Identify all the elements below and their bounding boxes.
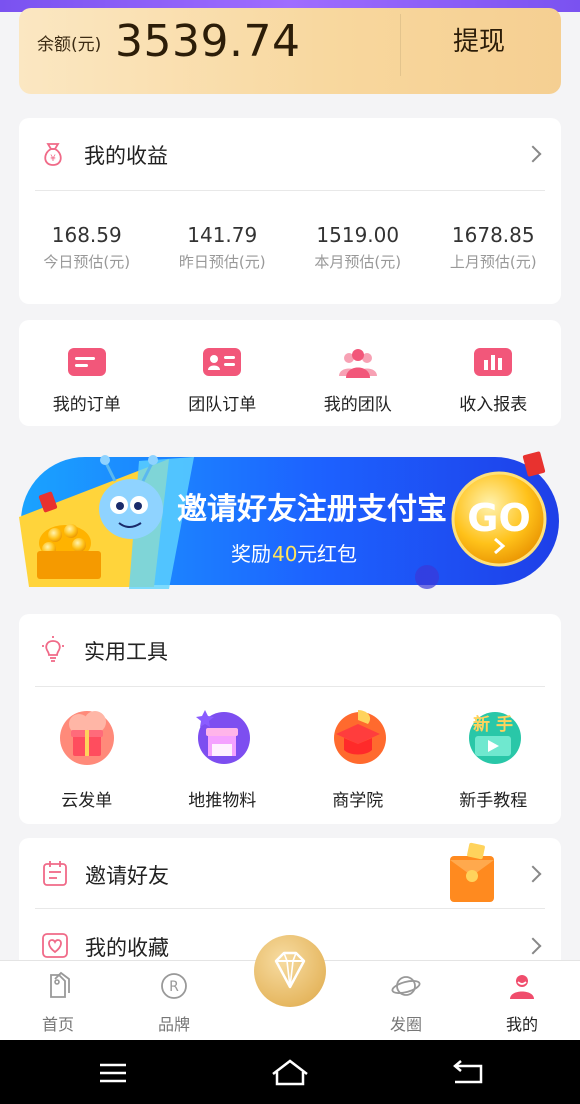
divider <box>35 686 545 687</box>
order-list-icon <box>67 348 106 376</box>
red-packet-icon <box>450 842 494 902</box>
stat-yesterday: 141.79 昨日预估(元) <box>155 223 291 283</box>
home-icon[interactable] <box>265 1056 315 1090</box>
diamond-icon <box>274 951 306 989</box>
income-report-button[interactable]: 收入报表 <box>426 320 562 426</box>
balance-value: 3539.74 <box>115 16 301 67</box>
invite-friends-label: 邀请好友 <box>85 864 169 888</box>
promo-materials-button[interactable]: 地推物料 <box>155 706 291 811</box>
team-icon <box>338 349 377 378</box>
menu-icon[interactable] <box>88 1056 138 1090</box>
stat-value: 141.79 <box>187 223 258 247</box>
earnings-title: 我的收益 <box>84 144 168 168</box>
promo-materials-label: 地推物料 <box>188 791 257 811</box>
planet-icon <box>391 976 421 996</box>
stat-last-month: 1678.85 上月预估(元) <box>426 223 562 283</box>
divider <box>35 190 545 191</box>
business-school-button[interactable]: 商学院 <box>290 706 426 811</box>
beginner-tutorial-button[interactable]: 新 手 新手教程 <box>426 706 562 811</box>
balance-card: 余额(元) 3539.74 提现 <box>19 8 561 94</box>
tools-title: 实用工具 <box>84 640 168 664</box>
banner-subtitle-suffix: 元红包 <box>297 542 357 566</box>
svg-text:¥: ¥ <box>50 154 56 164</box>
team-orders-button[interactable]: 团队订单 <box>155 320 291 426</box>
banner-title: 邀请好友注册支付宝 <box>177 492 447 527</box>
team-order-icon <box>203 348 242 376</box>
favorites-label: 我的收藏 <box>85 936 169 960</box>
tab-diamond-button[interactable] <box>254 935 326 1007</box>
graduation-cap-icon <box>333 710 386 764</box>
go-label: GO <box>467 496 531 540</box>
stat-label: 昨日预估(元) <box>178 253 266 271</box>
tab-brand-label: 品牌 <box>157 1015 190 1034</box>
my-team-label: 我的团队 <box>323 395 392 415</box>
tab-mine-label: 我的 <box>505 1015 538 1034</box>
chevron-right-icon <box>524 865 542 883</box>
system-nav-bar <box>0 1040 580 1104</box>
banner-subtitle-prefix: 奖励 <box>231 542 271 566</box>
income-report-label: 收入报表 <box>459 395 528 415</box>
divider <box>35 908 545 909</box>
my-orders-button[interactable]: 我的订单 <box>19 320 155 426</box>
chevron-right-icon <box>524 937 542 955</box>
balance-divider <box>400 14 401 76</box>
stat-value: 168.59 <box>51 223 122 247</box>
tab-moments-label: 发圈 <box>389 1015 422 1034</box>
registered-icon: R <box>161 973 187 999</box>
heart-icon <box>42 933 68 958</box>
tab-home[interactable]: 首页 <box>18 961 98 1041</box>
chevron-right-icon <box>524 145 542 163</box>
withdraw-button[interactable]: 提现 <box>424 22 534 62</box>
tools-card: 实用工具 云发单 地推物料 商学院 新 手 新手教程 <box>19 614 561 824</box>
tab-moments[interactable]: 发圈 <box>366 961 446 1041</box>
svg-text:R: R <box>169 979 179 995</box>
cloud-post-button[interactable]: 云发单 <box>19 706 155 811</box>
invite-calendar-icon <box>43 861 67 886</box>
cloud-post-label: 云发单 <box>61 791 113 811</box>
tools-grid: 云发单 地推物料 商学院 新 手 新手教程 <box>19 706 561 811</box>
orders-card: 我的订单 团队订单 我的团队 收入报表 <box>19 320 561 426</box>
earnings-header[interactable]: ¥ 我的收益 <box>19 118 561 190</box>
stat-label: 上月预估(元) <box>449 253 537 271</box>
video-tutorial-icon: 新 手 <box>469 712 522 764</box>
lightbulb-icon <box>42 636 64 662</box>
beginner-tutorial-label: 新手教程 <box>459 791 528 811</box>
shop-stall-icon <box>196 710 251 764</box>
balance-label: 余额(元) <box>37 35 102 55</box>
tools-header: 实用工具 <box>19 614 561 686</box>
decor-dot <box>415 565 439 589</box>
earnings-stats: 168.59 今日预估(元) 141.79 昨日预估(元) 1519.00 本月… <box>19 223 561 283</box>
money-bag-icon: ¥ <box>44 143 62 166</box>
report-chart-icon <box>474 348 513 376</box>
tab-home-label: 首页 <box>41 1015 74 1034</box>
tags-icon <box>50 971 70 998</box>
back-icon[interactable] <box>443 1056 493 1090</box>
tab-brand[interactable]: R 品牌 <box>134 961 214 1041</box>
my-team-button[interactable]: 我的团队 <box>290 320 426 426</box>
stat-label: 今日预估(元) <box>43 253 131 271</box>
stat-today: 168.59 今日预估(元) <box>19 223 155 283</box>
team-orders-label: 团队订单 <box>188 395 257 415</box>
gift-cloud-icon <box>59 711 114 765</box>
invite-friends-row[interactable]: 邀请好友 <box>19 838 561 908</box>
my-orders-label: 我的订单 <box>52 395 121 415</box>
banner-subtitle-amount: 40 <box>272 542 297 566</box>
profile-icon <box>510 975 534 999</box>
stat-value: 1519.00 <box>316 223 400 247</box>
invite-alipay-banner[interactable]: 邀请好友注册支付宝 奖励 40 元红包 GO <box>19 447 561 593</box>
stat-label: 本月预估(元) <box>314 253 402 271</box>
stat-this-month: 1519.00 本月预估(元) <box>290 223 426 283</box>
stat-value: 1678.85 <box>451 223 535 247</box>
tutorial-badge-text: 新 手 <box>473 714 513 735</box>
go-button[interactable]: GO <box>451 471 547 567</box>
business-school-label: 商学院 <box>332 791 384 811</box>
tab-mine[interactable]: 我的 <box>482 961 562 1041</box>
earnings-card: ¥ 我的收益 168.59 今日预估(元) 141.79 昨日预估(元) 151… <box>19 118 561 304</box>
